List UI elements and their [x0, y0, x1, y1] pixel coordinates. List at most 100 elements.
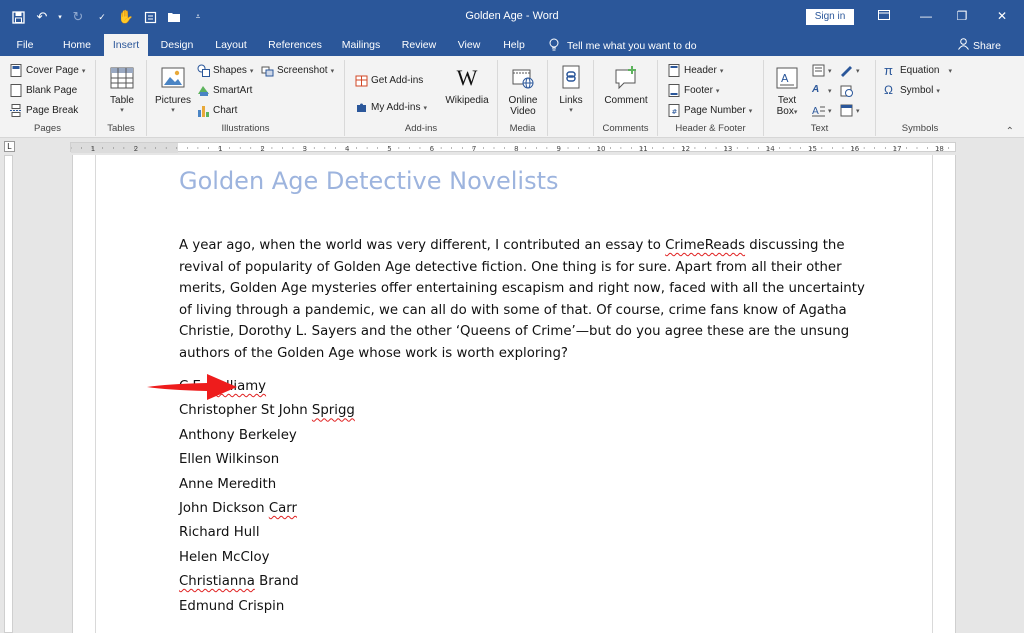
table-button[interactable]: Table ▾: [106, 64, 138, 114]
author-name-text: Christopher St John: [179, 403, 312, 419]
text-box-button[interactable]: A Text Box▾: [770, 64, 804, 117]
undo-dropdown-icon[interactable]: ▾: [56, 8, 64, 26]
blank-page-button[interactable]: Blank Page: [10, 84, 77, 97]
author-list-item[interactable]: Richard Hull: [179, 521, 355, 545]
footer-button[interactable]: Footer ▾: [668, 84, 719, 97]
collapse-ribbon-icon[interactable]: ⌃: [1006, 126, 1014, 137]
chart-button[interactable]: Chart: [197, 104, 237, 117]
symbol-button[interactable]: Ω Symbol ▾: [884, 84, 940, 97]
group-addins: Get Add-ins My Add-ins ▾ W Wikipedia Add-…: [345, 60, 498, 136]
wikipedia-button[interactable]: W Wikipedia: [441, 64, 493, 106]
close-icon[interactable]: ✕: [988, 6, 1016, 26]
author-name-text: John Dickson: [179, 500, 269, 516]
document-area[interactable]: Golden Age Detective Novelists A year ag…: [16, 155, 1024, 633]
tell-me-search[interactable]: Tell me what you want to do: [549, 38, 697, 54]
sign-in-button[interactable]: Sign in: [806, 9, 854, 25]
ribbon: Cover Page ▾ Blank Page Page Break Pages …: [0, 56, 1024, 138]
tab-mailings[interactable]: Mailings: [334, 34, 388, 56]
group-label-illustrations: Illustrations: [221, 123, 270, 134]
table-icon: [109, 64, 135, 92]
document-heading[interactable]: Golden Age Detective Novelists: [179, 167, 559, 195]
shapes-button[interactable]: Shapes ▾: [197, 64, 253, 77]
author-list-item[interactable]: Christopher St John Sprigg: [179, 399, 355, 423]
ruler-margin-shade: [71, 143, 178, 153]
tab-view[interactable]: View: [450, 34, 488, 56]
header-dropdown-icon: ▾: [719, 67, 724, 75]
shapes-label: Shapes: [213, 65, 247, 76]
screenshot-label: Screenshot: [277, 65, 328, 76]
undo-icon[interactable]: ↶: [32, 8, 52, 26]
author-list-item[interactable]: Anne Meredith: [179, 473, 355, 497]
pictures-label: Pictures: [154, 95, 192, 106]
tab-insert[interactable]: Insert: [104, 34, 148, 56]
signature-line-icon: [840, 64, 853, 77]
author-list-item[interactable]: Edmund Crispin: [179, 595, 355, 619]
group-label-addins: Add-ins: [404, 123, 438, 134]
quick-parts-button[interactable]: ▾: [812, 64, 832, 77]
online-video-label-2: Video: [510, 106, 536, 117]
links-button[interactable]: Links ▾: [554, 64, 588, 114]
customize-qat-icon[interactable]: ⩡: [188, 8, 208, 26]
author-list-item[interactable]: Helen McCloy: [179, 546, 355, 570]
comment-button[interactable]: Comment: [600, 64, 652, 106]
ruler-number: 1: [218, 145, 222, 153]
smartart-button[interactable]: SmartArt: [197, 84, 252, 97]
tab-file[interactable]: File: [8, 34, 42, 56]
vertical-ruler-strip[interactable]: [4, 155, 13, 633]
misspelled-word[interactable]: Carr: [269, 501, 297, 516]
online-video-button[interactable]: Online Video: [504, 64, 542, 117]
drop-cap-button[interactable]: A ▾: [812, 104, 832, 117]
paragraph-misspelled-word[interactable]: CrimeReads: [665, 238, 745, 253]
equation-button[interactable]: π Equation ▾: [884, 64, 952, 77]
document-page[interactable]: Golden Age Detective Novelists A year ag…: [72, 155, 956, 633]
ruler-number: 3: [303, 145, 307, 153]
my-addins-button[interactable]: My Add-ins ▾: [355, 101, 427, 114]
ruler-strip[interactable]: 1 2 1 2 3 4 5 6 7 8 9 10 11 12 13 14 15 16 17 18: [70, 142, 956, 153]
tab-home[interactable]: Home: [56, 34, 98, 56]
restore-icon[interactable]: ❐: [948, 6, 976, 26]
tab-references[interactable]: References: [264, 34, 326, 56]
page-break-label: Page Break: [26, 105, 79, 116]
tab-help[interactable]: Help: [496, 34, 532, 56]
author-list-item[interactable]: John Dickson Carr: [179, 497, 355, 521]
spelling-check-icon[interactable]: ✓: [92, 8, 112, 26]
ribbon-display-options-icon[interactable]: [870, 6, 898, 26]
pictures-button[interactable]: Pictures ▾: [153, 64, 193, 114]
author-list-item[interactable]: Anthony Berkeley: [179, 424, 355, 448]
wordart-button[interactable]: A ▾: [812, 84, 832, 97]
author-name-text: Helen McCloy: [179, 549, 270, 565]
author-list-item[interactable]: Ellen Wilkinson: [179, 448, 355, 472]
equation-label: Equation: [900, 65, 940, 76]
page-number-button[interactable]: # Page Number ▾: [668, 104, 752, 117]
document-paragraph[interactable]: A year ago, when the world was very diff…: [179, 235, 869, 365]
tab-layout[interactable]: Layout: [207, 34, 255, 56]
red-arrow-annotation: [147, 374, 237, 400]
minimize-icon[interactable]: —: [912, 6, 940, 26]
print-preview-icon[interactable]: [140, 8, 160, 26]
object-button[interactable]: ▾: [840, 104, 860, 117]
signature-line-button[interactable]: ▾: [840, 64, 860, 77]
get-addins-button[interactable]: Get Add-ins: [355, 74, 423, 87]
header-button[interactable]: Header ▾: [668, 64, 723, 77]
misspelled-word[interactable]: Christianna: [179, 574, 255, 589]
save-icon[interactable]: [8, 8, 28, 26]
share-button[interactable]: Share: [958, 38, 1001, 53]
cover-page-button[interactable]: Cover Page ▾: [10, 64, 85, 77]
date-time-button[interactable]: [840, 84, 853, 97]
redo-icon[interactable]: ↻: [68, 8, 88, 26]
misspelled-word[interactable]: Sprigg: [312, 403, 355, 418]
tab-review[interactable]: Review: [394, 34, 444, 56]
wordart-dropdown-icon: ▾: [828, 87, 832, 95]
tab-selector-icon[interactable]: L: [4, 141, 15, 152]
group-label-header-footer: Header & Footer: [675, 123, 746, 134]
page-break-button[interactable]: Page Break: [10, 104, 78, 117]
tab-design[interactable]: Design: [154, 34, 200, 56]
open-folder-icon[interactable]: [164, 8, 184, 26]
group-tables: Table ▾ Tables: [96, 60, 147, 136]
pictures-dropdown-icon: ▾: [171, 107, 175, 114]
touch-mode-icon[interactable]: ✋: [116, 8, 136, 26]
author-list-item[interactable]: Christianna Brand: [179, 570, 355, 594]
footer-dropdown-icon: ▾: [715, 87, 720, 95]
screenshot-button[interactable]: Screenshot ▾: [261, 64, 334, 77]
right-margin-line: [932, 155, 933, 633]
